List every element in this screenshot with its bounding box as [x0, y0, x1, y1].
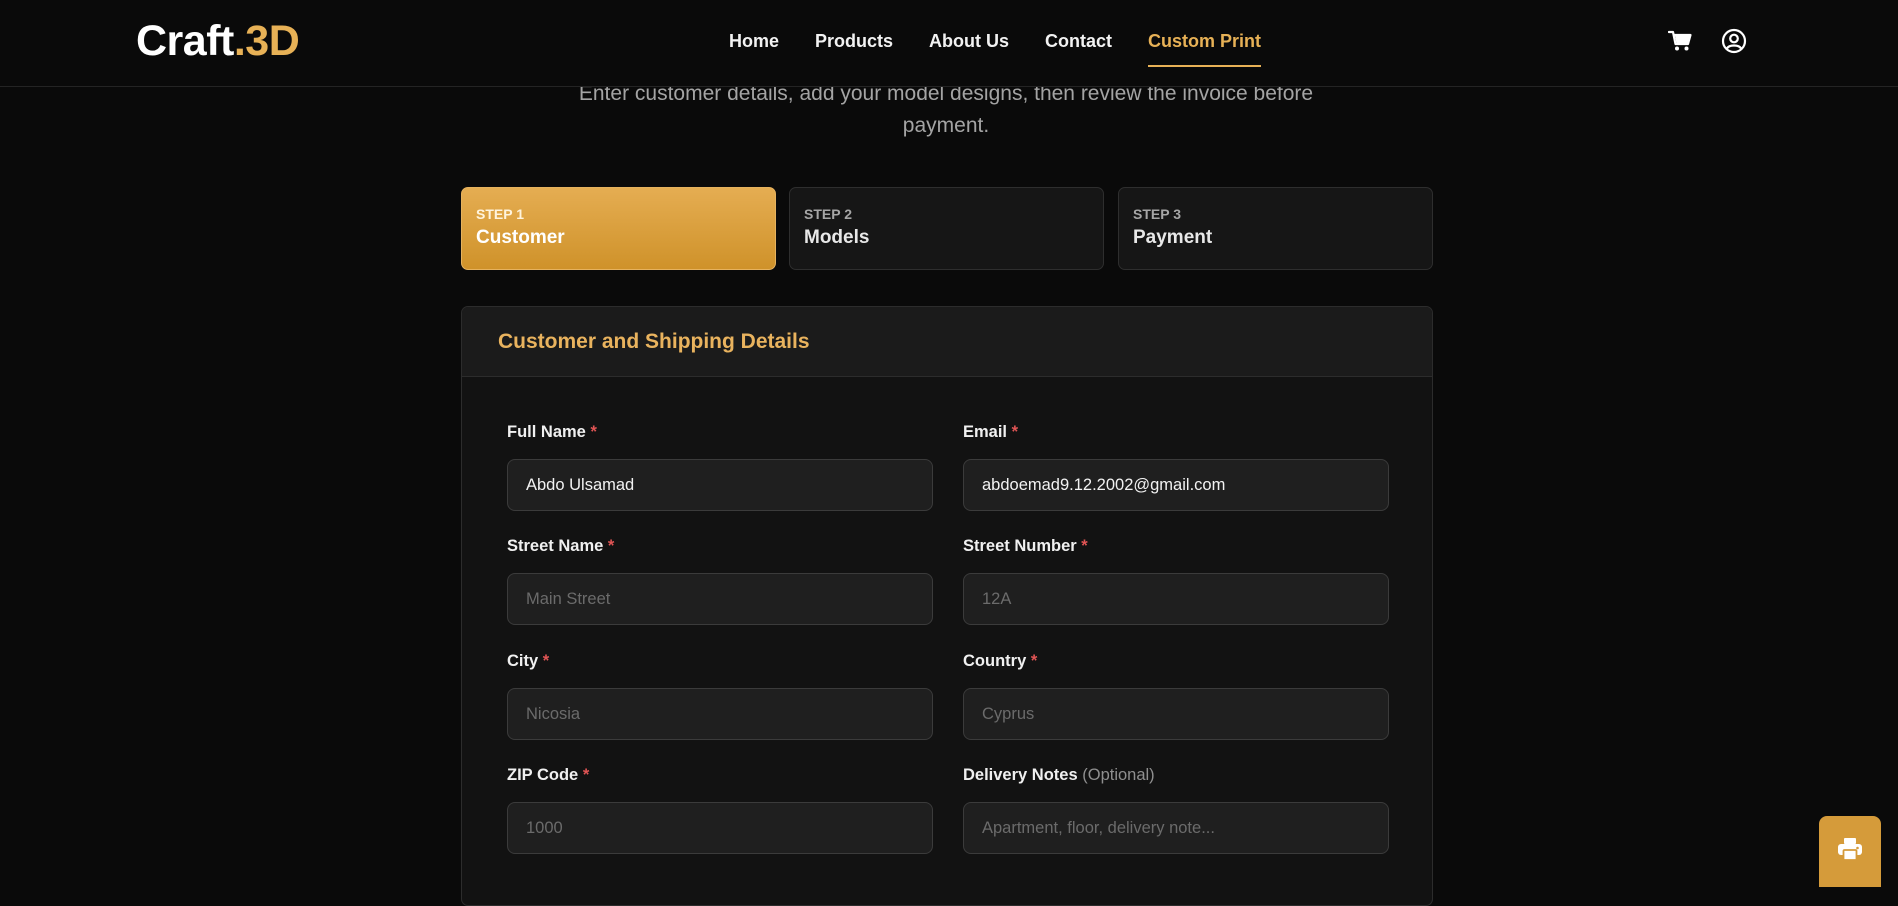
cart-icon[interactable]: [1665, 26, 1695, 56]
card-title: Customer and Shipping Details: [498, 329, 810, 353]
nav-link-custom-print[interactable]: Custom Print: [1148, 29, 1262, 67]
required-marker: *: [582, 766, 590, 784]
full-name-field: Full Name *: [507, 422, 933, 511]
main-nav: Home Products About Us Contact Custom Pr…: [729, 29, 1262, 69]
full-name-input[interactable]: [507, 459, 933, 511]
country-field: Country *: [963, 651, 1389, 740]
city-label: City *: [507, 651, 933, 671]
required-marker: *: [607, 537, 615, 555]
step-tabs: STEP 1 Customer STEP 2 Models STEP 3 Pay…: [461, 187, 1433, 270]
zip-code-input[interactable]: [507, 802, 933, 854]
street-number-label: Street Number *: [963, 536, 1389, 556]
full-name-label: Full Name *: [507, 422, 933, 442]
printer-icon: [1837, 837, 1863, 866]
card-header: Customer and Shipping Details: [462, 307, 1432, 377]
navbar: Craft.3D Home Products About Us Contact …: [0, 0, 1898, 87]
print-button[interactable]: [1819, 816, 1881, 887]
delivery-notes-label: Delivery Notes (Optional): [963, 765, 1389, 785]
street-name-label: Street Name *: [507, 536, 933, 556]
nav-link-about-us[interactable]: About Us: [929, 29, 1009, 67]
zip-code-label-text: ZIP Code: [507, 766, 579, 784]
email-input[interactable]: [963, 459, 1389, 511]
step-tab-customer[interactable]: STEP 1 Customer: [461, 187, 776, 270]
customer-details-card: Customer and Shipping Details Full Name …: [461, 306, 1433, 906]
step-tab-models[interactable]: STEP 2 Models: [789, 187, 1104, 270]
step-title: Models: [804, 227, 870, 248]
street-number-label-text: Street Number: [963, 537, 1077, 555]
city-label-text: City: [507, 652, 539, 670]
required-marker: *: [1011, 423, 1019, 441]
delivery-notes-input[interactable]: [963, 802, 1389, 854]
email-label-text: Email: [963, 423, 1008, 441]
nav-link-contact[interactable]: Contact: [1045, 29, 1112, 67]
step-number: STEP 1: [476, 206, 524, 222]
full-name-label-text: Full Name: [507, 423, 586, 441]
nav-link-home[interactable]: Home: [729, 29, 779, 67]
street-number-input[interactable]: [963, 573, 1389, 625]
street-number-field: Street Number *: [963, 536, 1389, 625]
required-marker: *: [1081, 537, 1088, 555]
nav-link-products[interactable]: Products: [815, 29, 893, 67]
zip-code-label: ZIP Code *: [507, 765, 933, 785]
user-circle-icon[interactable]: [1719, 26, 1749, 56]
optional-marker: (Optional): [1082, 766, 1155, 784]
email-label: Email *: [963, 422, 1389, 442]
brand-name-main: Craft: [136, 17, 234, 65]
brand-logo[interactable]: Craft.3D: [136, 16, 300, 66]
city-field: City *: [507, 651, 933, 740]
step-title: Payment: [1133, 227, 1213, 248]
required-marker: *: [542, 652, 550, 670]
country-input[interactable]: [963, 688, 1389, 740]
country-label-text: Country: [963, 652, 1027, 670]
zip-code-field: ZIP Code *: [507, 765, 933, 854]
email-field: Email *: [963, 422, 1389, 511]
required-marker: *: [1030, 652, 1038, 670]
street-name-input[interactable]: [507, 573, 933, 625]
delivery-notes-label-text: Delivery Notes: [963, 766, 1078, 784]
intro-text: Enter customer details, add your model d…: [578, 82, 1314, 137]
required-marker: *: [590, 423, 597, 441]
country-label: Country *: [963, 651, 1389, 671]
step-title: Customer: [476, 227, 565, 248]
delivery-notes-field: Delivery Notes (Optional): [963, 765, 1389, 854]
street-name-field: Street Name *: [507, 536, 933, 625]
step-number: STEP 3: [1133, 206, 1181, 222]
brand-name-accent: .3D: [233, 17, 300, 65]
street-name-label-text: Street Name: [507, 537, 604, 555]
step-number: STEP 2: [804, 206, 852, 222]
city-input[interactable]: [507, 688, 933, 740]
step-tab-payment[interactable]: STEP 3 Payment: [1118, 187, 1433, 270]
